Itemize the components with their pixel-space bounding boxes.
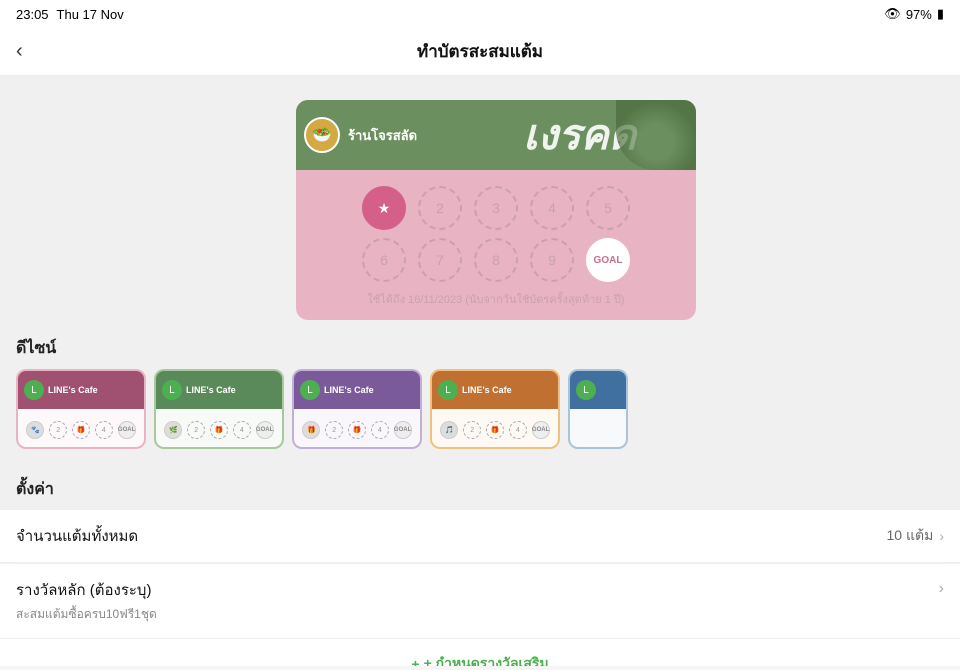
expiry-text: ใช้ได้ถึง 16/11/2023 (นับจากวันใช้บัตรคร… <box>296 290 696 320</box>
design-card-5-bottom <box>570 409 626 449</box>
stamp-row-1: ★ 2 3 4 5 <box>316 186 676 230</box>
design-section-title: ดีไซน์ <box>0 320 960 369</box>
mini-stamp-g4: 4 <box>233 421 251 439</box>
back-button[interactable]: ‹ <box>16 40 23 63</box>
mini-stamp-p4: 4 <box>371 421 389 439</box>
salad-decoration <box>616 100 696 170</box>
design-card-1-name: LINE's Cafe <box>48 385 98 395</box>
total-points-label: จำนวนแต้มทั้งหมด <box>16 524 138 548</box>
design-card-3-name: LINE's Cafe <box>324 385 374 395</box>
mini-stamp-o1: 🎵 <box>440 421 458 439</box>
mini-stamp-o3: 🎁 <box>486 421 504 439</box>
stamp-grid: ★ 2 3 4 5 6 7 8 9 GOAL <box>296 170 696 290</box>
design-card-1-top: L LINE's Cafe <box>18 371 144 409</box>
add-reward-button[interactable]: + + กำหนดรางวัลเสริม <box>0 639 960 666</box>
mini-stamp-o4: 4 <box>509 421 527 439</box>
mini-stamp-g-goal: GOAL <box>256 421 274 439</box>
main-reward-content: รางวัลหลัก (ต้องระบุ) สะสมแต้มซื้อครบ10ฟ… <box>16 578 157 624</box>
design-card-2-name: LINE's Cafe <box>186 385 236 395</box>
stamp-card-preview: 🥗 ร้านโจรสลัด เงรคด ★ 2 3 4 5 6 7 8 9 <box>296 100 696 320</box>
design-card-4[interactable]: L LINE's Cafe 🎵 2 🎁 4 GOAL <box>430 369 560 449</box>
mini-stamp-g3: 🎁 <box>210 421 228 439</box>
mini-stamp-p3: 🎁 <box>348 421 366 439</box>
chevron-right-icon: › <box>939 528 944 544</box>
reward-chevron-icon: › <box>939 580 944 598</box>
design-card-4-logo: L <box>438 380 458 400</box>
status-time-date: 23:05 Thu 17 Nov <box>16 7 124 22</box>
mini-stamp-3: 🎁 <box>72 421 90 439</box>
status-indicators: 👁 97% ▮ <box>884 6 944 22</box>
card-header: 🥗 ร้านโจรสลัด เงรคด <box>296 100 696 170</box>
design-card-5-logo: L <box>576 380 596 400</box>
total-points-row[interactable]: จำนวนแต้มทั้งหมด 10 แต้ม › <box>0 510 960 563</box>
status-time: 23:05 <box>16 7 49 22</box>
stamp-7: 7 <box>418 238 462 282</box>
store-name: ร้านโจรสลัด <box>348 125 417 146</box>
mini-stamp-p2: 2 <box>325 421 343 439</box>
stamp-1: ★ <box>362 186 406 230</box>
stamp-6: 6 <box>362 238 406 282</box>
stamp-goal: GOAL <box>586 238 630 282</box>
mini-stamp-p1: 🎁 <box>302 421 320 439</box>
mini-stamp-g2: 2 <box>187 421 205 439</box>
mini-stamp-goal: GOAL <box>118 421 136 439</box>
status-date: Thu 17 Nov <box>57 7 124 22</box>
design-card-1-bottom: 🐾 2 🎁 4 GOAL <box>18 409 144 449</box>
stamp-5: 5 <box>586 186 630 230</box>
design-card-2-top: L LINE's Cafe <box>156 371 282 409</box>
mini-stamp-4: 4 <box>95 421 113 439</box>
mini-stamp-o2: 2 <box>463 421 481 439</box>
nav-bar: ‹ ทำบัตรสะสมแต้ม <box>0 28 960 76</box>
add-reward-label: + กำหนดรางวัลเสริม <box>424 653 549 666</box>
stamp-9: 9 <box>530 238 574 282</box>
design-card-2-logo: L <box>162 380 182 400</box>
design-card-1-logo: L <box>24 380 44 400</box>
design-card-3-bottom: 🎁 2 🎁 4 GOAL <box>294 409 420 449</box>
battery-percent: 97% <box>906 7 932 22</box>
design-card-1[interactable]: L LINE's Cafe 🐾 2 🎁 4 GOAL <box>16 369 146 449</box>
mini-stamp-1: 🐾 <box>26 421 44 439</box>
stamp-8: 8 <box>474 238 518 282</box>
design-card-4-bottom: 🎵 2 🎁 4 GOAL <box>432 409 558 449</box>
battery-icon: ▮ <box>937 6 944 22</box>
design-scroll[interactable]: L LINE's Cafe 🐾 2 🎁 4 GOAL L LINE's Cafe… <box>0 369 960 461</box>
mini-stamp-p-goal: GOAL <box>394 421 412 439</box>
status-bar: 23:05 Thu 17 Nov 👁 97% ▮ <box>0 0 960 28</box>
page-title: ทำบัตรสะสมแต้ม <box>417 38 543 65</box>
design-card-2-bottom: 🌿 2 🎁 4 GOAL <box>156 409 282 449</box>
stamp-4: 4 <box>530 186 574 230</box>
main-reward-title: รางวัลหลัก (ต้องระบุ) <box>16 578 157 602</box>
stamp-3: 3 <box>474 186 518 230</box>
add-reward-plus-icon: + <box>411 656 419 666</box>
mini-stamp-g1: 🌿 <box>164 421 182 439</box>
design-card-2[interactable]: L LINE's Cafe 🌿 2 🎁 4 GOAL <box>154 369 284 449</box>
design-card-3-logo: L <box>300 380 320 400</box>
main-reward-row[interactable]: รางวัลหลัก (ต้องระบุ) สะสมแต้มซื้อครบ10ฟ… <box>0 564 960 639</box>
stamp-2: 2 <box>418 186 462 230</box>
design-card-5[interactable]: L <box>568 369 628 449</box>
main-reward-sub: สะสมแต้มซื้อครบ10ฟรี1ชุด <box>16 605 157 624</box>
design-card-4-top: L LINE's Cafe <box>432 371 558 409</box>
settings-section-title: ตั้งค่า <box>0 461 960 510</box>
design-card-4-name: LINE's Cafe <box>462 385 512 395</box>
design-card-5-top: L <box>570 371 626 409</box>
store-logo: 🥗 <box>304 117 340 153</box>
total-points-value: 10 แต้ม <box>887 525 934 547</box>
mini-stamp-o-goal: GOAL <box>532 421 550 439</box>
eye-icon: 👁 <box>884 6 901 22</box>
mini-stamp-2: 2 <box>49 421 67 439</box>
stamp-row-2: 6 7 8 9 GOAL <box>316 238 676 282</box>
design-card-3[interactable]: L LINE's Cafe 🎁 2 🎁 4 GOAL <box>292 369 422 449</box>
design-card-3-top: L LINE's Cafe <box>294 371 420 409</box>
main-content: 🥗 ร้านโจรสลัด เงรคด ★ 2 3 4 5 6 7 8 9 <box>0 76 960 666</box>
total-points-value-group: 10 แต้ม › <box>887 525 944 547</box>
